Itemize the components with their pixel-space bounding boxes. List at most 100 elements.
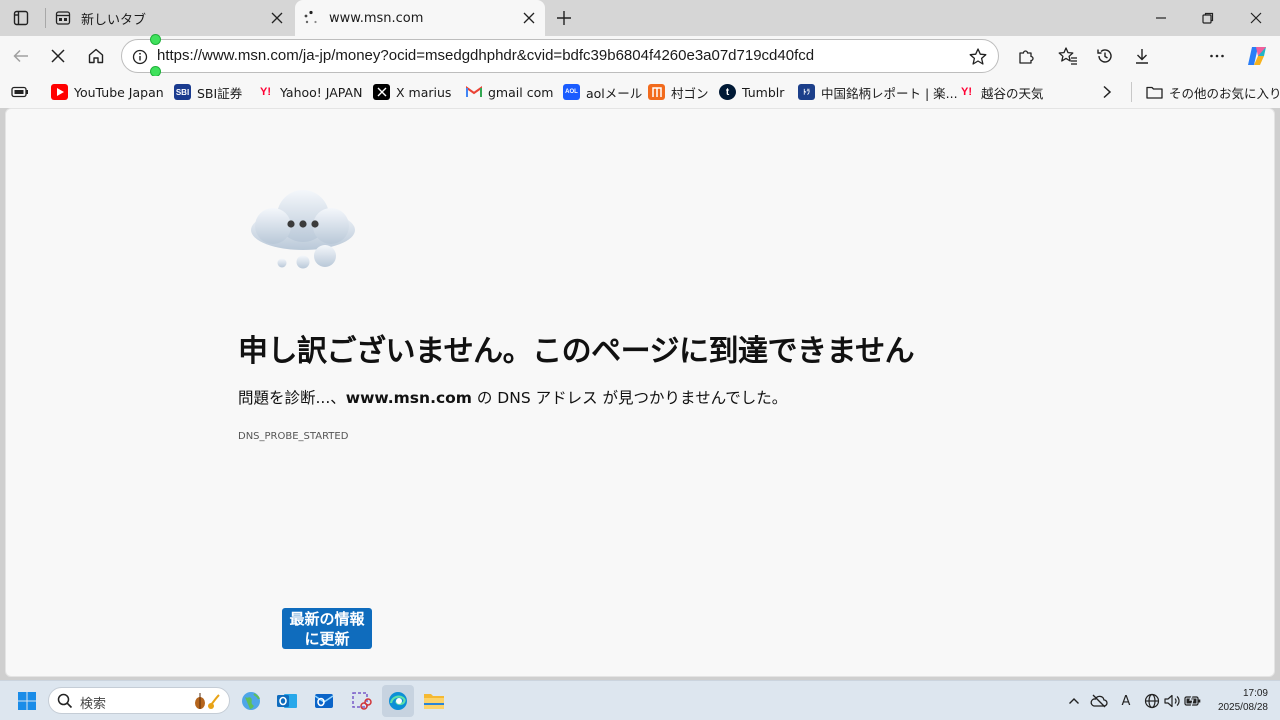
gmail-icon — [465, 84, 482, 100]
error-code: DNS_PROBE_STARTED — [238, 431, 349, 442]
new-tab-button[interactable] — [550, 4, 578, 32]
minimize-icon — [1156, 17, 1166, 19]
file-explorer-button[interactable] — [418, 685, 450, 717]
fav-label: Yahoo! JAPAN — [280, 84, 363, 100]
volume-button[interactable] — [1162, 691, 1182, 711]
battery-charging-icon — [1184, 694, 1201, 708]
history-button[interactable] — [1089, 40, 1121, 72]
taskbar: 検索 A 17:09 2025/08/28 — [0, 680, 1280, 720]
tab-title: www.msn.com — [329, 10, 424, 26]
battery-collections-icon — [11, 86, 28, 98]
add-favorite-star-icon[interactable] — [966, 45, 990, 69]
favorites-star-list-icon — [1058, 47, 1077, 65]
widgets-button[interactable] — [235, 685, 267, 717]
muragon-icon — [648, 84, 665, 100]
edge-icon — [389, 692, 407, 710]
fav-muragon[interactable]: 村ゴン — [648, 82, 709, 102]
favorites-overflow-button[interactable] — [1091, 76, 1123, 108]
other-favorites-folder[interactable]: その他のお気に入り — [1146, 82, 1280, 102]
downloads-button[interactable] — [1126, 40, 1158, 72]
address-bar[interactable]: https://www.msn.com/ja-jp/money?ocid=mse… — [121, 39, 999, 73]
search-icon — [56, 692, 74, 710]
refresh-button[interactable]: 最新の情報 に更新 — [282, 608, 372, 649]
yahoo-icon: Y! — [260, 86, 271, 98]
loading-spinner-icon — [303, 10, 319, 26]
navigation-toolbar: https://www.msn.com/ja-jp/money?ocid=mse… — [0, 36, 1280, 104]
network-button[interactable] — [1142, 691, 1162, 711]
fav-label: SBI証券 — [197, 85, 243, 101]
snipping-tool-button[interactable] — [345, 685, 377, 717]
fav-rakuten-report[interactable]: ﾄﾗ 中国銘柄レポート | 楽... — [798, 82, 958, 102]
copilot-icon — [1248, 47, 1266, 65]
ime-indicator[interactable]: A — [1116, 691, 1136, 711]
search-placeholder: 検索 — [80, 697, 107, 712]
settings-more-button[interactable] — [1201, 40, 1233, 72]
edge-button[interactable] — [382, 685, 414, 717]
battery-button[interactable] — [1183, 691, 1203, 711]
fav-label: YouTube Japan — [74, 84, 164, 100]
outlook-new-button[interactable] — [308, 685, 340, 717]
start-button[interactable] — [11, 685, 43, 717]
close-window-button[interactable] — [1233, 0, 1279, 36]
favorites-bar: YouTube Japan SBI SBI証券 Y! Yahoo! JAPAN … — [0, 76, 1280, 108]
plus-icon — [557, 11, 571, 25]
extensions-button[interactable] — [1010, 40, 1042, 72]
stop-loading-button[interactable] — [42, 40, 74, 72]
url-text[interactable]: https://www.msn.com/ja-jp/money?ocid=mse… — [157, 47, 814, 64]
home-icon — [88, 48, 104, 64]
fav-label: 村ゴン — [671, 85, 709, 101]
error-host: www.msn.com — [345, 389, 472, 407]
error-title: 申し訳ございません。このページに到達できません — [238, 334, 915, 369]
fav-label: 越谷の天気 — [981, 85, 1044, 101]
fav-yahoo[interactable]: Y! Yahoo! JAPAN — [257, 82, 362, 102]
back-button[interactable] — [5, 40, 37, 72]
taskbar-clock[interactable]: 17:09 2025/08/28 — [1208, 687, 1268, 715]
tab-strip: 新しいタブ www.msn.com — [0, 0, 1280, 36]
youtube-icon — [51, 84, 68, 100]
home-button[interactable] — [80, 40, 112, 72]
outlook-icon — [277, 694, 297, 708]
taskbar-search[interactable]: 検索 — [48, 687, 230, 714]
onedrive-button[interactable] — [1089, 691, 1109, 711]
history-icon — [1097, 49, 1112, 63]
fav-tumblr[interactable]: t Tumblr — [719, 82, 784, 102]
close-icon — [271, 12, 283, 24]
fav-label: 中国銘柄レポート | 楽... — [821, 85, 958, 101]
error-desc-prefix: 問題を診断...、 — [238, 389, 346, 407]
tray-overflow-button[interactable] — [1064, 691, 1084, 711]
cloud-offline-icon — [1090, 694, 1108, 708]
fav-x[interactable]: X marius — [373, 82, 451, 102]
tab-new-tab[interactable]: 新しいタブ — [47, 0, 293, 36]
fav-gmail[interactable]: gmail com — [465, 82, 553, 102]
tab-close-button[interactable] — [517, 6, 541, 30]
fav-label: その他のお気に入り — [1169, 85, 1280, 101]
chevron-right-icon — [1103, 85, 1112, 99]
more-dots-icon — [1210, 54, 1224, 58]
fav-aol[interactable]: AOL aolメール — [563, 82, 642, 102]
rakuten-report-icon: ﾄﾗ — [798, 84, 815, 100]
close-icon — [523, 12, 535, 24]
speaker-icon — [1164, 694, 1180, 708]
copilot-button[interactable] — [1241, 40, 1273, 72]
outlook-mail-icon — [314, 694, 334, 708]
restore-icon — [1202, 12, 1214, 24]
tab-actions-button[interactable] — [8, 5, 34, 31]
site-info-icon[interactable] — [130, 47, 150, 67]
tab-separator — [45, 8, 46, 28]
fav-sbi[interactable]: SBI SBI証券 — [174, 82, 242, 102]
collections-button[interactable] — [4, 76, 36, 108]
tumblr-icon: t — [719, 84, 736, 100]
fav-label: gmail com — [488, 84, 554, 100]
fav-youtube[interactable]: YouTube Japan — [51, 82, 164, 102]
tab-close-button[interactable] — [265, 6, 289, 30]
tab-msn[interactable]: www.msn.com — [295, 0, 545, 36]
aol-icon: AOL — [563, 84, 580, 100]
minimize-button[interactable] — [1138, 0, 1184, 36]
fav-koshigaya-weather[interactable]: Y! 越谷の天気 — [958, 82, 1044, 102]
chevron-up-icon — [1069, 698, 1079, 704]
restore-button[interactable] — [1185, 0, 1231, 36]
favorites-button[interactable] — [1052, 40, 1084, 72]
cloud-error-icon — [245, 186, 361, 276]
outlook-button[interactable] — [271, 685, 303, 717]
selection-handle-top[interactable] — [150, 34, 161, 45]
